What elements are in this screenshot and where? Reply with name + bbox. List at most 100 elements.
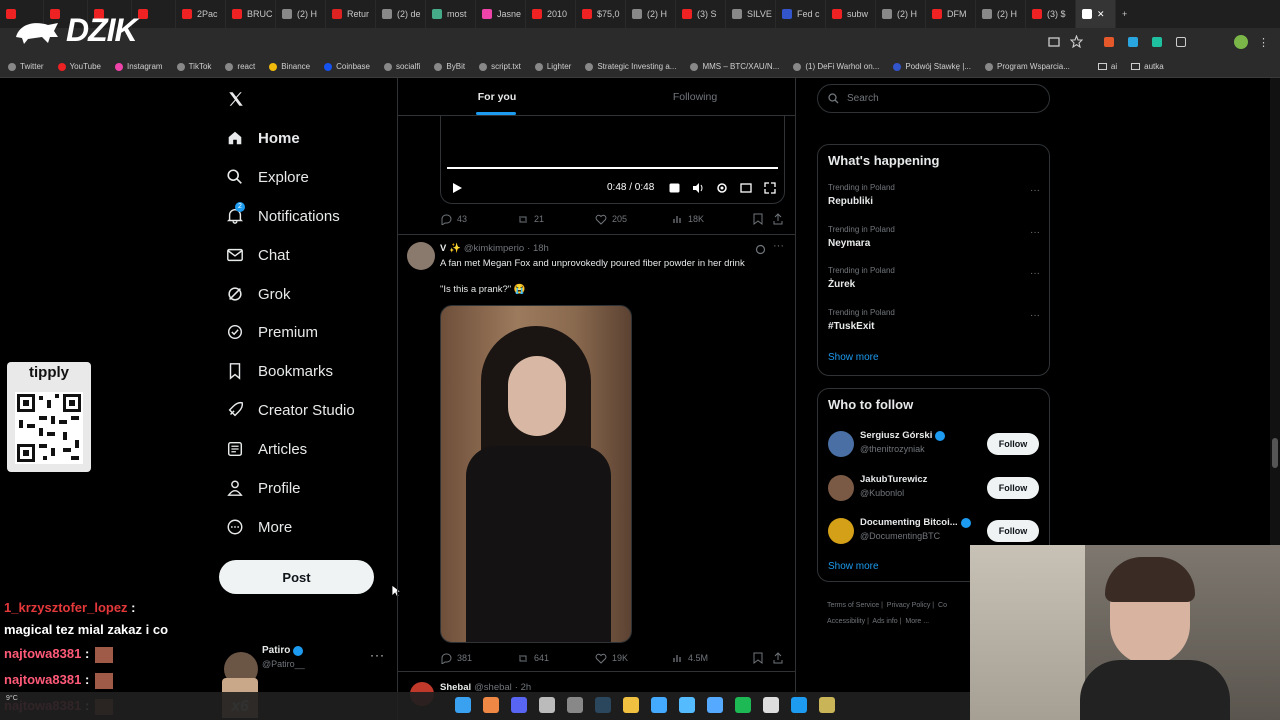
- app-icon[interactable]: [763, 697, 779, 713]
- browser-tab[interactable]: most: [426, 0, 476, 28]
- browser-tab[interactable]: (2) de: [376, 0, 426, 28]
- app-icon[interactable]: [707, 697, 723, 713]
- grok-icon[interactable]: [755, 244, 766, 255]
- bookmark-item[interactable]: socialfi: [383, 62, 420, 71]
- browser-tab[interactable]: (3) $: [1026, 0, 1076, 28]
- chrome-icon[interactable]: [483, 697, 499, 713]
- bookmark-button[interactable]: [753, 652, 773, 664]
- like-button[interactable]: 19K: [595, 652, 673, 664]
- scrollbar-thumb[interactable]: [1272, 438, 1278, 468]
- bookmark-item[interactable]: Lighter: [534, 62, 571, 71]
- follow-button[interactable]: Follow: [987, 476, 1039, 499]
- reply-button[interactable]: 43: [440, 213, 517, 225]
- extension-icon[interactable]: [1152, 37, 1162, 47]
- bookmark-folder[interactable]: autka: [1131, 62, 1164, 71]
- suggested-user-name[interactable]: Sergiusz Górski: [860, 430, 946, 441]
- star-icon[interactable]: [1070, 35, 1083, 48]
- browser-tab[interactable]: (2) H: [276, 0, 326, 28]
- trend-item[interactable]: Trending in Poland Neymara ···: [828, 225, 1040, 249]
- browser-tab-active[interactable]: ✕: [1076, 0, 1116, 28]
- search-box[interactable]: Search: [817, 84, 1050, 113]
- video-progress-track[interactable]: [447, 167, 778, 169]
- puzzle-icon[interactable]: [1176, 37, 1186, 47]
- browser-tab[interactable]: 2010: [526, 0, 576, 28]
- tweet-author-avatar[interactable]: [407, 242, 435, 270]
- account-menu-icon[interactable]: ···: [370, 648, 385, 662]
- browser-tab[interactable]: [132, 0, 176, 28]
- footer-link[interactable]: More ...: [905, 618, 929, 625]
- trend-more-icon[interactable]: ···: [1030, 310, 1040, 321]
- suggested-user-avatar[interactable]: [828, 431, 854, 457]
- bookmark-item[interactable]: react: [225, 62, 255, 71]
- bookmark-item[interactable]: MMS – BTC/XAU/N...: [690, 62, 779, 71]
- browser-tab[interactable]: (3) S: [676, 0, 726, 28]
- steam-icon[interactable]: [595, 697, 611, 713]
- views-button[interactable]: 4.5M: [673, 652, 753, 664]
- browser-tab[interactable]: Jasne: [476, 0, 526, 28]
- account-name[interactable]: Patiro: [262, 645, 304, 656]
- follow-button[interactable]: Follow: [987, 433, 1039, 455]
- footer-link[interactable]: Co: [938, 602, 947, 609]
- browser-tab[interactable]: DFM: [926, 0, 976, 28]
- browser-tab[interactable]: (2) H: [976, 0, 1026, 28]
- x-logo-icon[interactable]: [227, 90, 245, 108]
- app-icon[interactable]: [651, 697, 667, 713]
- sidebar-item-bookmarks[interactable]: Bookmarks: [226, 362, 333, 380]
- app-icon[interactable]: [819, 697, 835, 713]
- show-more-follow-link[interactable]: Show more: [828, 561, 879, 572]
- trend-item[interactable]: Trending in Poland #TuskExit ···: [828, 308, 1040, 332]
- sidebar-item-explore[interactable]: Explore: [226, 168, 309, 186]
- share-button[interactable]: [773, 652, 783, 664]
- follow-suggestion[interactable]: Documenting Bitcoi... @DocumentingBTC Foll…: [818, 516, 1049, 546]
- bookmark-item[interactable]: Coinbase: [324, 62, 370, 71]
- captions-icon[interactable]: [669, 183, 680, 193]
- tab-following[interactable]: Following: [596, 78, 794, 116]
- search-input[interactable]: Search: [847, 93, 879, 104]
- bookmark-item[interactable]: (1) DeFi Warhol on...: [793, 62, 879, 71]
- tweet-more-icon[interactable]: ···: [773, 240, 784, 252]
- bookmark-folder[interactable]: ai: [1097, 62, 1117, 71]
- windows-start-icon[interactable]: [455, 697, 471, 713]
- new-tab-button[interactable]: +: [1116, 0, 1133, 28]
- trend-more-icon[interactable]: ···: [1030, 268, 1040, 279]
- extension-fox-icon[interactable]: [1104, 37, 1114, 47]
- bookmark-item[interactable]: Program Wsparcia...: [985, 62, 1070, 71]
- trend-item[interactable]: Trending in Poland Żurek ···: [828, 266, 1040, 290]
- browser-tab[interactable]: $75,0: [576, 0, 626, 28]
- bookmark-item[interactable]: Podwój Stawkę |...: [893, 62, 971, 71]
- sidebar-item-notifications[interactable]: 2 Notifications: [226, 202, 340, 225]
- file-explorer-icon[interactable]: [623, 697, 639, 713]
- browser-tab[interactable]: Retur: [326, 0, 376, 28]
- footer-link[interactable]: Privacy Policy: [887, 602, 931, 609]
- trend-more-icon[interactable]: ···: [1030, 227, 1040, 238]
- trend-item[interactable]: Trending in Poland Republiki ···: [828, 183, 1040, 207]
- suggested-user-name[interactable]: Documenting Bitcoi...: [860, 517, 971, 528]
- weather-widget[interactable]: 9°C: [6, 695, 18, 702]
- footer-link[interactable]: Accessibility: [827, 618, 865, 625]
- bookmark-item[interactable]: Twitter: [8, 62, 44, 71]
- post-button[interactable]: Post: [219, 560, 374, 594]
- bookmark-item[interactable]: ByBit: [434, 62, 465, 71]
- discord-icon[interactable]: [511, 697, 527, 713]
- sidebar-item-profile[interactable]: Profile: [226, 479, 301, 497]
- tweet-media-image[interactable]: [440, 305, 632, 643]
- sidebar-item-chat[interactable]: Chat: [226, 246, 290, 264]
- app-icon[interactable]: [539, 697, 555, 713]
- app-icon[interactable]: [679, 697, 695, 713]
- repost-button[interactable]: 641: [517, 652, 595, 664]
- kebab-menu-icon[interactable]: ⋮: [1258, 36, 1269, 49]
- sidebar-item-articles[interactable]: Articles: [226, 440, 307, 458]
- tab-for-you[interactable]: For you: [398, 78, 596, 116]
- browser-tab[interactable]: 2Pac: [176, 0, 226, 28]
- picture-in-picture-icon[interactable]: [740, 182, 752, 194]
- bookmark-item[interactable]: Instagram: [115, 62, 163, 71]
- repost-button[interactable]: 21: [517, 213, 595, 225]
- sidebar-item-creator-studio[interactable]: Creator Studio: [226, 401, 355, 419]
- sidebar-item-more[interactable]: More: [226, 518, 292, 536]
- settings-gear-icon[interactable]: [716, 182, 728, 194]
- bookmark-item[interactable]: script.txt: [479, 62, 521, 71]
- bookmark-button[interactable]: [753, 213, 773, 225]
- suggested-user-avatar[interactable]: [828, 518, 854, 544]
- extension-icon[interactable]: [1128, 37, 1138, 47]
- sidebar-item-grok[interactable]: Grok: [226, 285, 291, 303]
